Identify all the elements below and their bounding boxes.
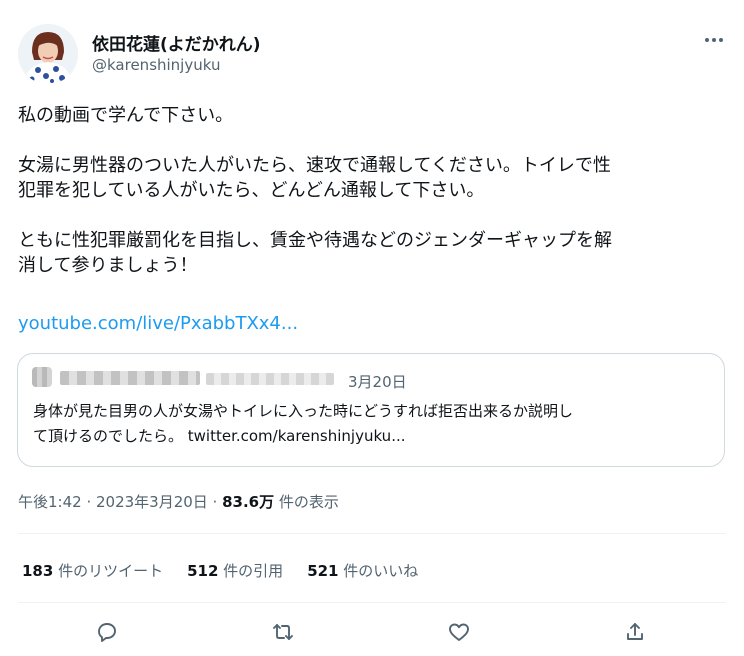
like-icon[interactable] — [444, 617, 474, 647]
action-bar — [0, 617, 744, 647]
tweet-line: ともに性犯罪厳罰化を目指し、賃金や待遇などのジェンダーギャップを解 — [18, 230, 612, 251]
retweets-label: 件のリツイート — [53, 562, 164, 580]
quoted-date: 3月20日 — [348, 373, 407, 391]
more-horizontal-icon[interactable] — [702, 30, 726, 50]
likes-stat[interactable]: 521 件のいいね — [307, 560, 418, 581]
author-handle[interactable]: @karenshinjyuku — [92, 56, 220, 74]
views-count: 83.6万 — [222, 493, 275, 511]
retweets-stat[interactable]: 183 件のリツイート — [22, 560, 163, 581]
share-icon[interactable] — [620, 617, 650, 647]
tweet-line: 私の動画で学んで下さい。 — [18, 105, 234, 126]
tweet-meta: 午後1:42 · 2023年3月20日 · 83.6万 件の表示 — [18, 491, 339, 512]
quoted-avatar-blurred — [32, 367, 52, 387]
tweet-text: 私の動画で学んで下さい。 女湯に男性器のついた人がいたら、速攻で通報してください… — [18, 103, 728, 278]
quoted-text-line: て頂けるのでしたら。 twitter.com/karenshinjyuku... — [33, 427, 406, 445]
retweet-icon[interactable] — [268, 617, 298, 647]
quoted-handle-blurred — [206, 373, 334, 385]
divider — [18, 602, 726, 603]
avatar[interactable] — [18, 24, 78, 84]
quotes-count: 512 — [187, 562, 219, 580]
likes-count: 521 — [307, 562, 339, 580]
quoted-text-line: 身体が見た目男の人が女湯やトイレに入った時にどうすれば拒否出来るか説明し — [33, 402, 574, 420]
engagement-stats: 183 件のリツイート 512 件の引用 521 件のいいね — [22, 560, 418, 581]
tweet-line: 犯罪を犯している人がいたら、どんどん通報して下さい。 — [18, 180, 485, 201]
author-name[interactable]: 依田花蓮(よだかれん) — [92, 30, 261, 55]
views-label: 件の表示 — [274, 493, 339, 511]
youtube-link[interactable]: youtube.com/live/PxabbTXx4... — [18, 313, 298, 334]
quoted-tweet[interactable]: 3月20日 身体が見た目男の人が女湯やトイレに入った時にどうすれば拒否出来るか説… — [17, 353, 725, 467]
retweets-count: 183 — [22, 562, 54, 580]
quotes-stat[interactable]: 512 件の引用 — [187, 560, 283, 581]
tweet: 依田花蓮(よだかれん) @karenshinjyuku 私の動画で学んで下さい。… — [0, 0, 744, 656]
tweet-line: 消して参りましょう！ — [18, 255, 198, 276]
divider — [18, 533, 726, 534]
timestamp[interactable]: 午後1:42 · 2023年3月20日 · — [18, 493, 222, 511]
quoted-text: 身体が見た目男の人が女湯やトイレに入った時にどうすれば拒否出来るか説明し て頂け… — [33, 399, 723, 449]
tweet-line: 女湯に男性器のついた人がいたら、速攻で通報してください。トイレで性 — [18, 155, 611, 176]
quotes-label: 件の引用 — [218, 562, 284, 580]
likes-label: 件のいいね — [338, 562, 419, 580]
quoted-name-blurred — [60, 371, 200, 385]
reply-icon[interactable] — [92, 617, 122, 647]
